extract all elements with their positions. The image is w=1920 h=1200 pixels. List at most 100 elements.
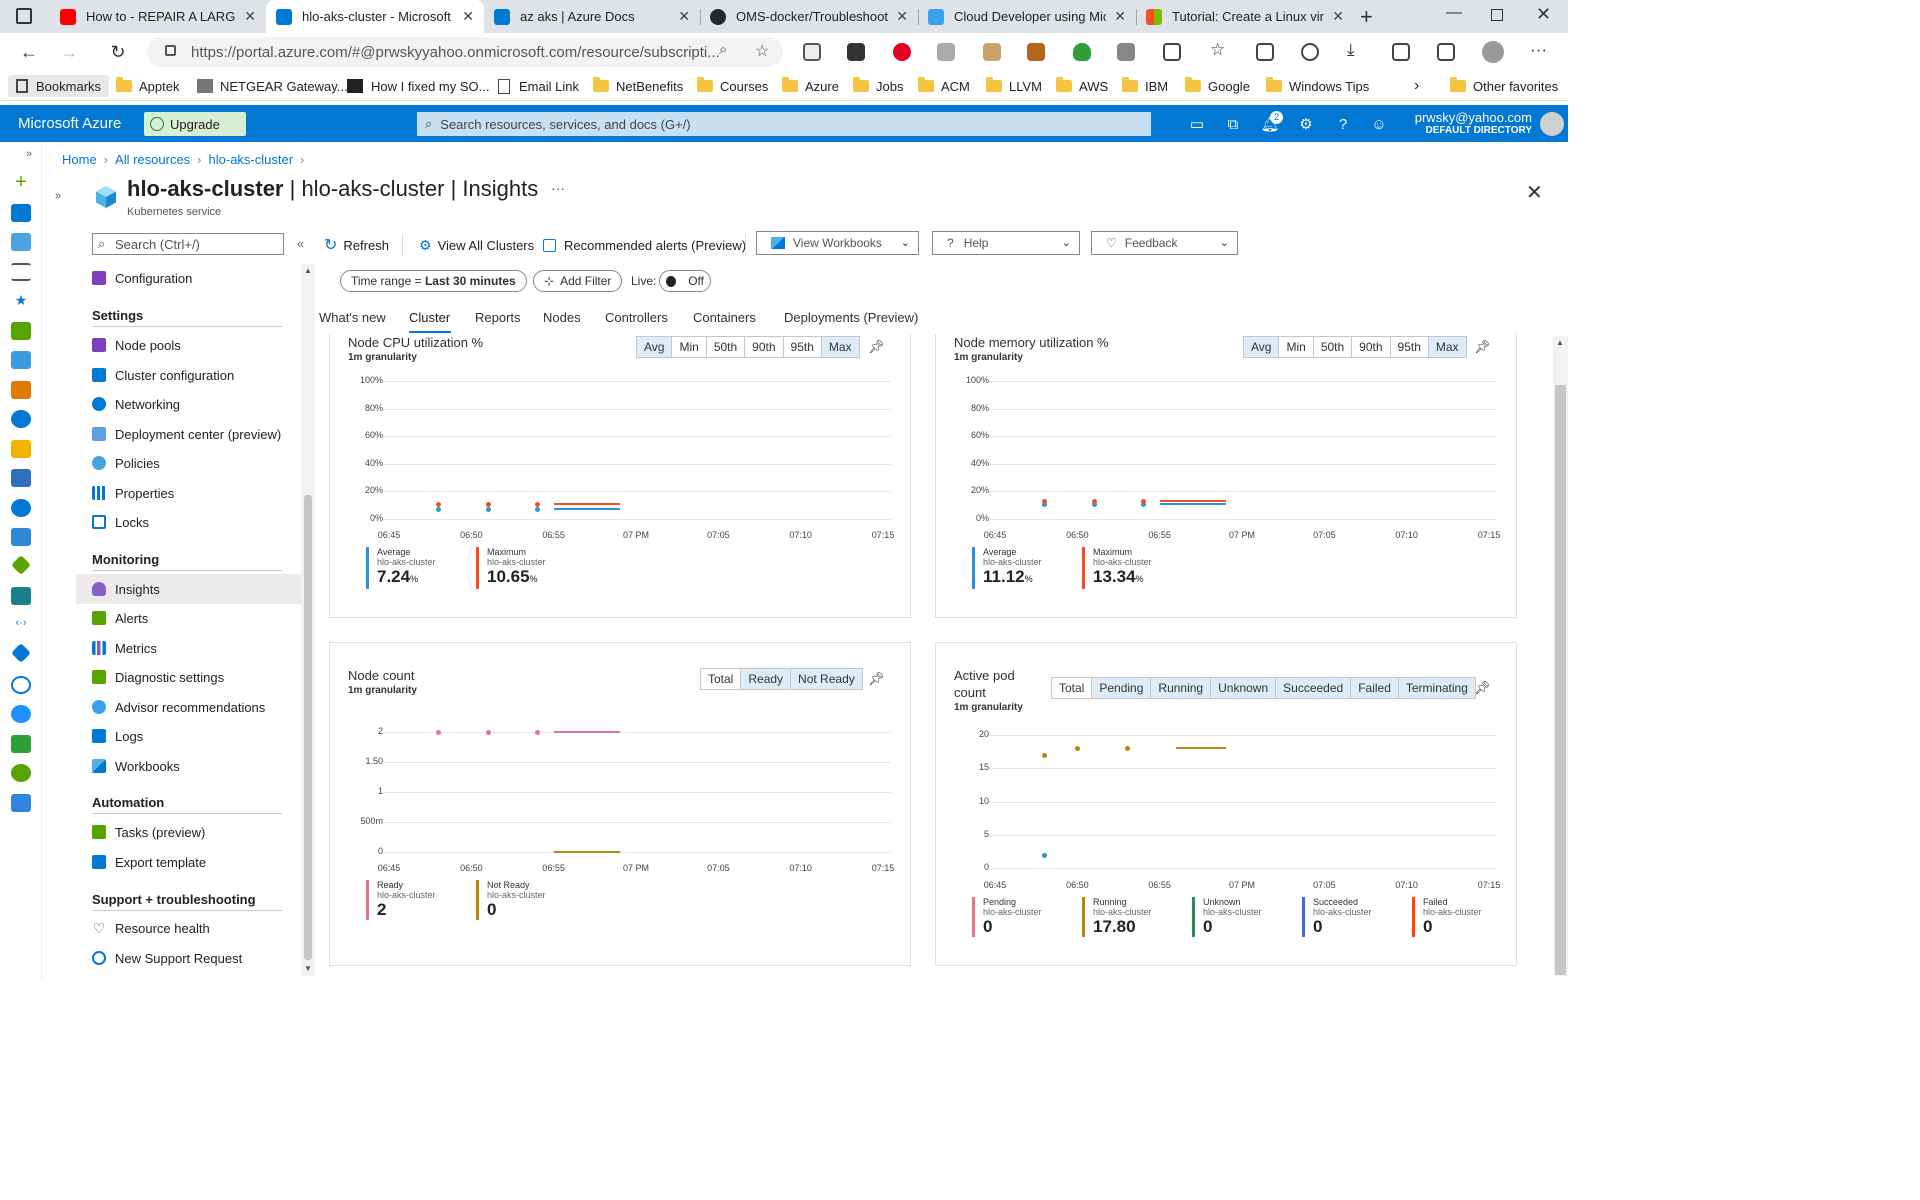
filter-unknown-button[interactable]: Unknown	[1211, 678, 1277, 698]
tab-deployments[interactable]: Deployments (Preview)	[784, 310, 918, 325]
more-actions-icon[interactable]: ···	[551, 180, 565, 196]
more-menu-icon[interactable]: ···	[1530, 40, 1548, 59]
agg-min-button[interactable]: Min	[672, 337, 707, 357]
resource-groups-icon[interactable]	[11, 351, 31, 369]
pin-icon[interactable]: 📌︎	[1474, 339, 1491, 355]
close-window-button[interactable]: ✕	[1536, 4, 1551, 25]
tab-actions-icon[interactable]	[16, 8, 32, 24]
menu-item-resource-health[interactable]: ♡ Resource health	[92, 917, 210, 939]
all-resources-icon[interactable]	[11, 322, 31, 340]
scroll-down-icon[interactable]: ▼	[304, 964, 312, 973]
agg-90th-button[interactable]: 90th	[745, 337, 784, 357]
function-app-icon[interactable]	[11, 440, 31, 458]
minimize-button[interactable]: —	[1446, 4, 1462, 22]
filter-not-ready-button[interactable]: Not Ready	[791, 669, 862, 689]
menu-item-workbooks[interactable]: Workbooks	[92, 755, 180, 777]
pod-legend-failed[interactable]: Failed hlo-aks-cluster 0	[1412, 897, 1482, 937]
agg-max-button[interactable]: Max	[1428, 337, 1466, 357]
tab-reports[interactable]: Reports	[475, 310, 521, 325]
bookmark-folder-jobs[interactable]: Jobs	[853, 75, 903, 97]
memory-legend-maximum[interactable]: Maximum hlo-aks-cluster 13.34%	[1082, 547, 1152, 589]
data-point[interactable]	[1091, 498, 1097, 504]
monitor-icon[interactable]	[11, 676, 31, 694]
breadcrumb-home[interactable]: Home	[62, 152, 97, 167]
close-tab-icon[interactable]: ✕	[1332, 8, 1344, 25]
profile-avatar[interactable]	[1482, 41, 1504, 63]
scroll-up-icon[interactable]: ▲	[1556, 338, 1564, 347]
menu-item-logs[interactable]: Logs	[92, 725, 143, 747]
menu-item-locks[interactable]: Locks	[92, 511, 149, 533]
azure-brand[interactable]: Microsoft Azure	[18, 115, 121, 132]
view-workbooks-dropdown[interactable]: View Workbooks ⌄	[756, 231, 919, 255]
pin-icon[interactable]: 📌︎	[868, 339, 885, 355]
extension-icon[interactable]	[937, 43, 955, 61]
agg-avg-button[interactable]: Avg	[637, 337, 673, 357]
agg-max-button[interactable]: Max	[821, 337, 859, 357]
directory-filter-icon[interactable]: ⧉	[1224, 115, 1242, 133]
bookmarks-overflow-icon[interactable]: ›	[1414, 75, 1419, 97]
bookmark-folder-azure[interactable]: Azure	[782, 75, 839, 97]
close-tab-icon[interactable]: ✕	[678, 8, 690, 25]
bookmark-folder-other-favorites[interactable]: Other favorites	[1450, 75, 1558, 97]
advisor-icon[interactable]	[11, 705, 31, 723]
favorite-star-icon[interactable]: ☆	[755, 41, 769, 61]
virtual-machines-icon[interactable]	[11, 528, 31, 546]
browser-tab-3[interactable]: OMS-docker/Troubleshoot ✕	[700, 0, 918, 33]
add-filter-button[interactable]: ⊹ Add Filter	[533, 270, 623, 292]
forward-icon[interactable]: →	[58, 41, 80, 63]
bookmark-folder-aws[interactable]: AWS	[1056, 75, 1108, 97]
agg-50th-button[interactable]: 50th	[707, 337, 746, 357]
pin-icon[interactable]: 📌︎	[1474, 680, 1491, 696]
quickstart-icon[interactable]	[11, 381, 31, 399]
security-center-icon[interactable]	[11, 735, 31, 753]
bookmark-folder-llvm[interactable]: LLVM	[986, 75, 1042, 97]
close-tab-icon[interactable]: ✕	[1114, 8, 1126, 25]
filter-running-button[interactable]: Running	[1151, 678, 1212, 698]
global-search-input[interactable]: ⌕ Search resources, services, and docs (G…	[417, 112, 1151, 136]
menu-item-insights[interactable]: Insights	[92, 578, 160, 600]
tab-cluster[interactable]: Cluster	[409, 310, 450, 325]
menu-item-configuration[interactable]: Configuration	[92, 267, 192, 289]
tab-nodes[interactable]: Nodes	[543, 310, 581, 325]
time-range-pill[interactable]: Time range = Last 30 minutes	[340, 270, 527, 292]
expand-menu-icon[interactable]: »	[55, 190, 61, 202]
extension-icon[interactable]	[983, 43, 1001, 61]
history-icon[interactable]	[1301, 43, 1319, 61]
bookmark-email-link[interactable]: Email Link	[498, 75, 579, 97]
zoom-icon[interactable]: ⌕	[719, 41, 727, 58]
news-extension-icon[interactable]	[847, 43, 865, 61]
data-point[interactable]	[485, 730, 491, 735]
menu-item-deployment-center[interactable]: Deployment center (preview)	[92, 423, 281, 445]
dashboard-icon[interactable]	[11, 233, 31, 251]
menu-item-export-template[interactable]: Export template	[92, 851, 206, 873]
filter-failed-button[interactable]: Failed	[1351, 678, 1399, 698]
favorites-star-icon[interactable]: ★	[11, 292, 31, 310]
close-blade-icon[interactable]: ✕	[1526, 180, 1543, 205]
extension-icon[interactable]	[1027, 43, 1045, 61]
live-toggle[interactable]: Off	[659, 270, 711, 292]
pod-legend-succeeded[interactable]: Succeeded hlo-aks-cluster 0	[1302, 897, 1372, 937]
pin-icon[interactable]: 📌︎	[868, 671, 885, 687]
cloud-shell-icon[interactable]: ▭	[1188, 115, 1206, 133]
storage-account-icon[interactable]	[11, 587, 31, 605]
filter-succeeded-button[interactable]: Succeeded	[1276, 678, 1352, 698]
reload-icon[interactable]: ↻	[107, 41, 129, 63]
filter-total-button[interactable]: Total	[1052, 678, 1093, 698]
home-icon[interactable]	[11, 204, 31, 222]
sql-database-icon[interactable]	[11, 469, 31, 487]
scroll-up-icon[interactable]: ▲	[304, 266, 312, 275]
bookmark-folder-courses[interactable]: Courses	[697, 75, 768, 97]
help-support-icon[interactable]	[11, 794, 31, 812]
menu-item-advisor-recommendations[interactable]: Advisor recommendations	[92, 696, 265, 718]
refresh-button[interactable]: ↻ Refresh	[324, 235, 389, 255]
shield-extension-icon[interactable]	[1073, 43, 1091, 61]
view-all-clusters-button[interactable]: ⚙ View All Clusters	[419, 235, 534, 255]
cpu-legend-average[interactable]: Average hlo-aks-cluster 7.24%	[366, 547, 436, 589]
bookmark-folder-google[interactable]: Google	[1185, 75, 1250, 97]
node-legend-ready[interactable]: Ready hlo-aks-cluster 2	[366, 880, 436, 920]
close-tab-icon[interactable]: ✕	[462, 8, 474, 25]
app-services-icon[interactable]	[11, 410, 31, 428]
agg-avg-button[interactable]: Avg	[1244, 337, 1280, 357]
upgrade-button[interactable]: Upgrade	[144, 112, 246, 136]
account-info[interactable]: prwsky@yahoo.com DEFAULT DIRECTORY	[1415, 111, 1532, 137]
